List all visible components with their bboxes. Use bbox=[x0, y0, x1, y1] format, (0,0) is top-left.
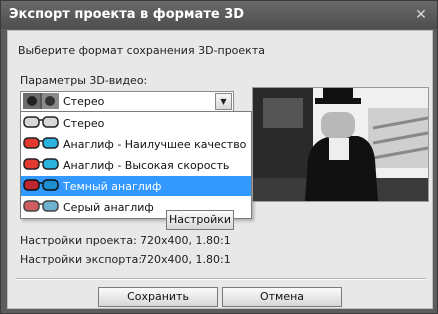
format-dropdown-list: Стерео Анаглиф - Наилучшее качество Анаг… bbox=[20, 111, 252, 219]
cancel-button[interactable]: Отмена bbox=[222, 287, 342, 307]
format-option-label: Анаглиф - Наилучшее качество bbox=[63, 138, 247, 151]
format-option-stereo[interactable]: Стерео bbox=[21, 113, 251, 133]
export-3d-dialog: Экспорт проекта в формате 3D ✕ Выберите … bbox=[0, 0, 438, 314]
anaglyph-glasses-icon bbox=[23, 158, 59, 170]
title-bar: Экспорт проекта в формате 3D ✕ bbox=[1, 1, 437, 29]
format-option-dark-anaglyph[interactable]: Темный анаглиф bbox=[21, 176, 251, 196]
project-settings-label: Настройки проекта: bbox=[20, 234, 137, 247]
dark-anaglyph-glasses-icon bbox=[23, 179, 59, 191]
format-select-value: Стерео bbox=[63, 95, 105, 108]
video-preview bbox=[252, 87, 429, 202]
instruction-text: Выберите формат сохранения 3D-проекта bbox=[18, 44, 265, 57]
format-option-label: Стерео bbox=[63, 117, 105, 130]
format-option-label: Темный анаглиф bbox=[63, 180, 162, 193]
dialog-title: Экспорт проекта в формате 3D bbox=[9, 7, 245, 22]
format-option-label: Серый анаглиф bbox=[63, 201, 154, 214]
stereo-glasses-icon bbox=[23, 116, 59, 128]
save-button[interactable]: Сохранить bbox=[98, 287, 218, 307]
gray-anaglyph-glasses-icon bbox=[23, 200, 59, 212]
anaglyph-glasses-icon bbox=[23, 137, 59, 149]
close-icon[interactable]: ✕ bbox=[413, 7, 429, 23]
format-select[interactable]: Стерео ▼ bbox=[20, 91, 234, 112]
format-option-label: Анаглиф - Высокая скорость bbox=[63, 159, 230, 172]
stereo-thumbnail-icon bbox=[23, 93, 59, 109]
preview-image bbox=[253, 88, 429, 201]
format-option-anaglyph-best[interactable]: Анаглиф - Наилучшее качество bbox=[21, 134, 251, 154]
divider bbox=[16, 278, 426, 280]
settings-button[interactable]: Настройки bbox=[166, 210, 234, 230]
format-option-anaglyph-fast[interactable]: Анаглиф - Высокая скорость bbox=[21, 155, 251, 175]
project-settings-value: 720x400, 1.80:1 bbox=[140, 234, 231, 247]
dialog-content: Выберите формат сохранения 3D-проекта Па… bbox=[7, 30, 433, 309]
export-settings-label: Настройки экспорта: bbox=[20, 253, 143, 266]
params-label: Параметры 3D-видео: bbox=[20, 74, 148, 87]
export-settings-value: 720x400, 1.80:1 bbox=[140, 253, 231, 266]
chevron-down-icon[interactable]: ▼ bbox=[215, 93, 232, 110]
